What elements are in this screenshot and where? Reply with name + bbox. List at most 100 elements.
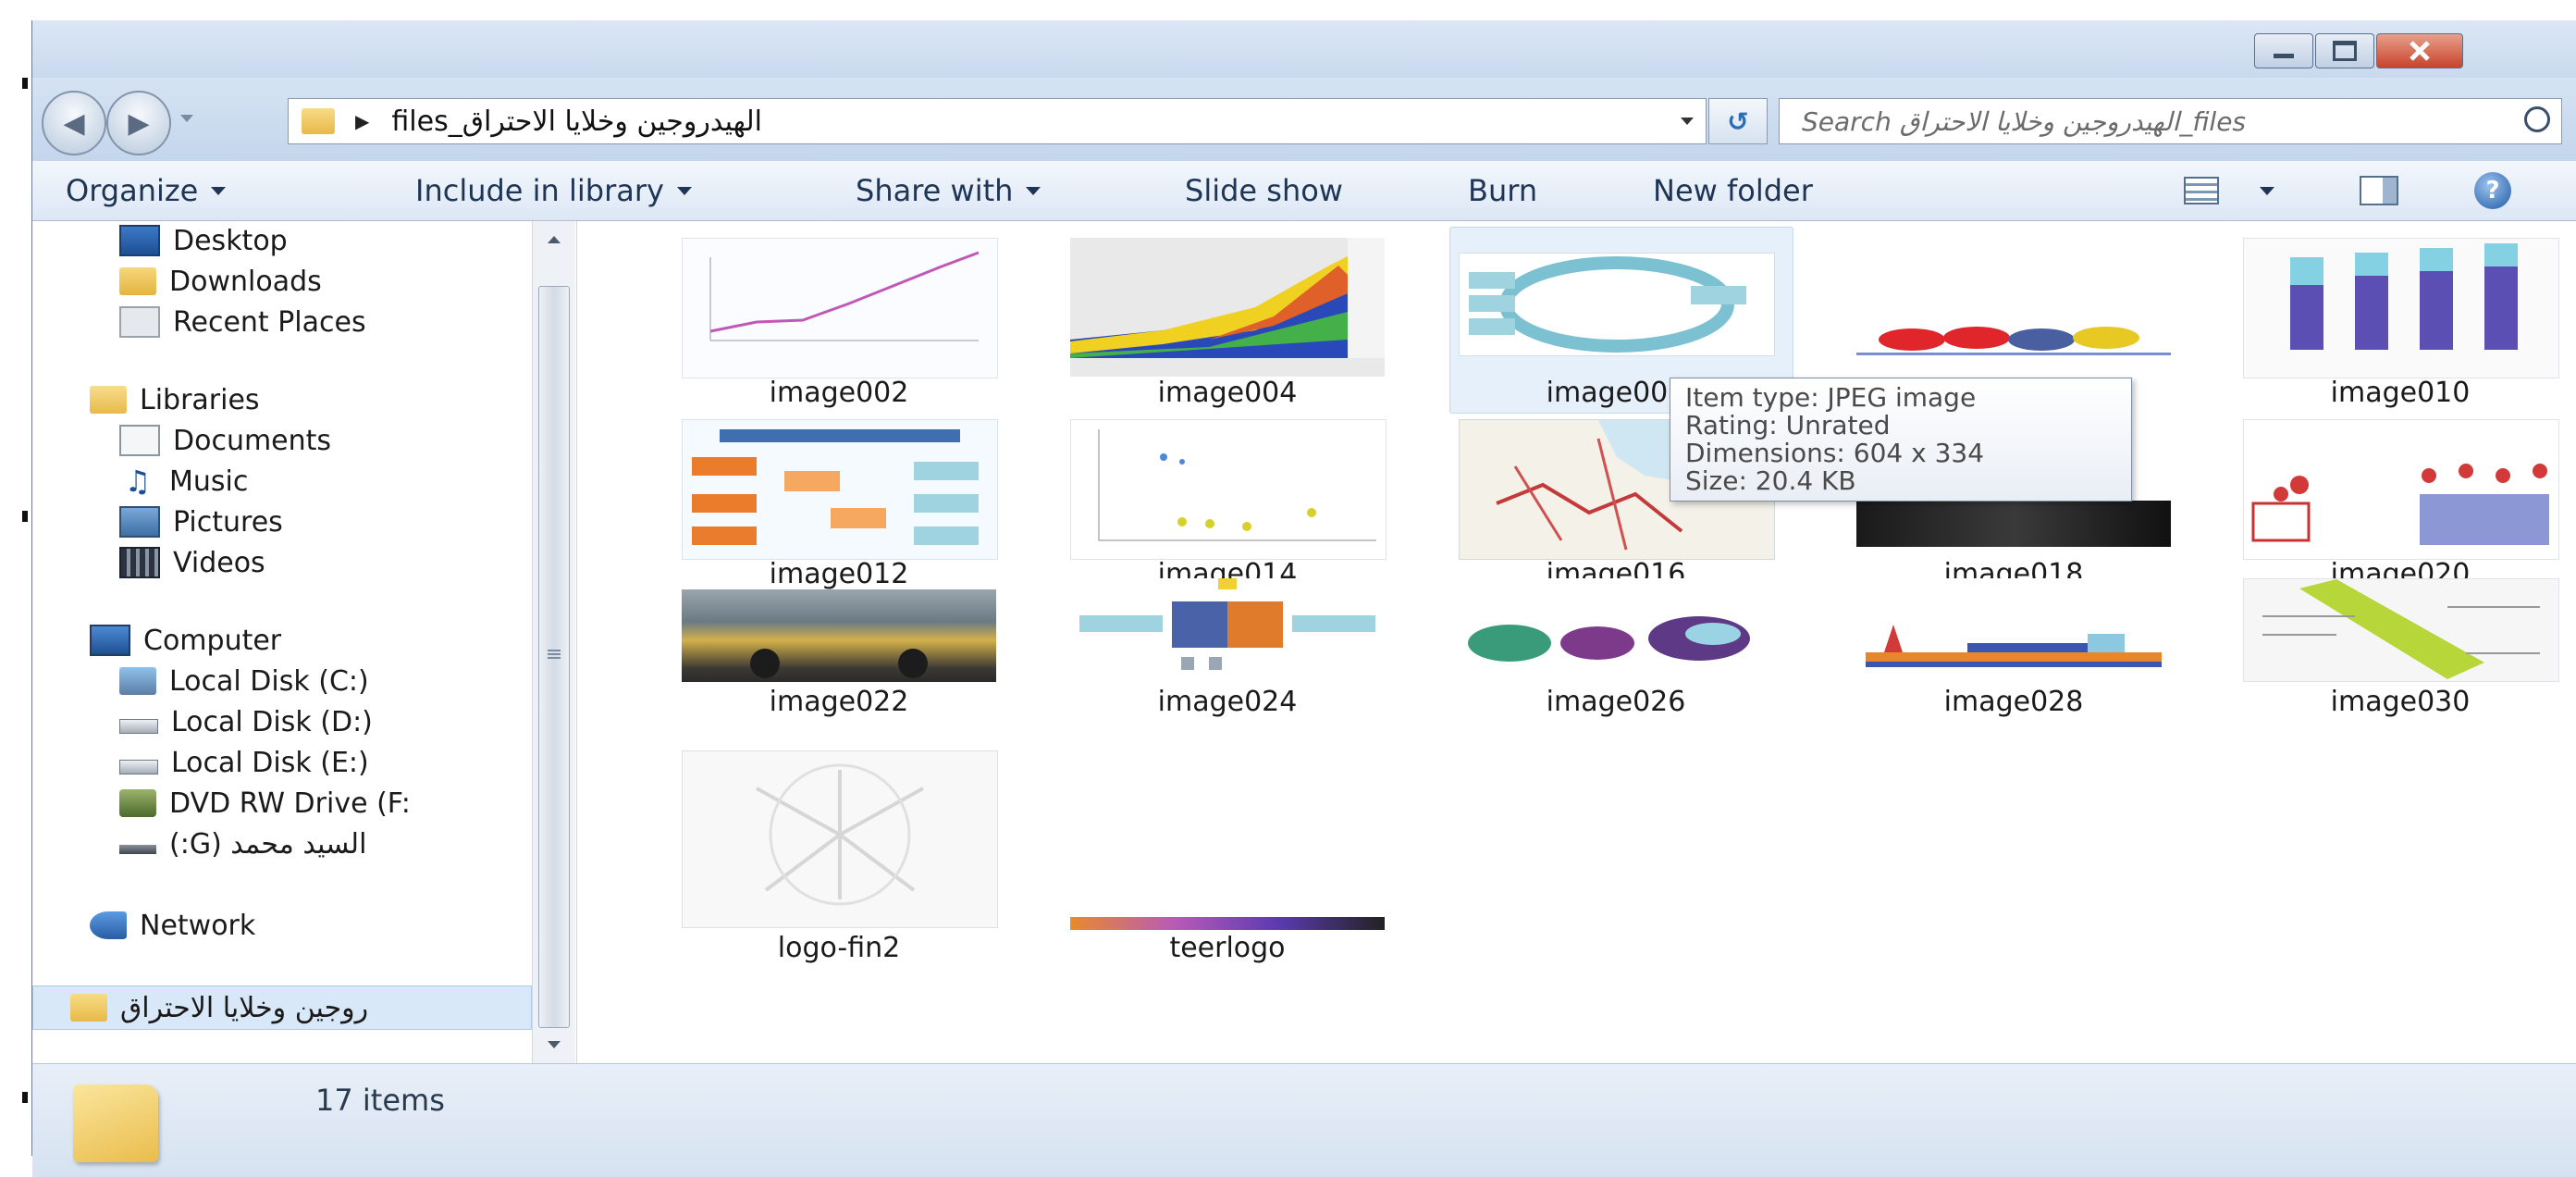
refresh-button[interactable]: ↺ [1708,98,1768,144]
folder-icon [302,108,335,134]
videos-icon [119,547,160,578]
forward-button[interactable]: ▶ [106,91,171,155]
chevron-down-icon [211,186,227,195]
nav-computer[interactable]: Computer [90,621,281,660]
nav-selected-folder[interactable]: روجين وخلايا الاحتراق [32,985,532,1030]
include-in-library-menu[interactable]: Include in library [415,168,692,213]
network-icon [90,911,127,939]
share-with-label: Share with [856,173,1014,208]
nav-pictures[interactable]: Pictures [119,502,283,541]
nav-dvd-drive[interactable]: DVD RW Drive (F: [119,784,411,823]
file-item[interactable]: logo-fin2 [682,750,998,973]
back-arrow-icon: ◀ [63,106,85,140]
file-item[interactable]: teerlogo [1070,750,1385,973]
nav-drive-g[interactable]: السيد محمد (G:) [119,824,366,863]
chevron-down-icon [1026,186,1041,195]
file-item[interactable]: image022 [682,578,996,754]
teer-logo-watermark-graphic [756,763,924,906]
computer-icon [90,625,130,656]
search-input[interactable]: Search الهيدروجين وخلايا الاحتراق_files [1802,106,2246,137]
thumbnail-membrane-diagram [2243,578,2559,682]
file-item[interactable]: image030 [2243,578,2559,754]
thumbnail-bar-chart [2243,238,2559,378]
frame-mark [22,1092,28,1103]
scroll-thumb[interactable] [538,286,570,1028]
music-icon: ♫ [124,464,152,499]
search-box[interactable]: Search الهيدروجين وخلايا الاحتراق_files [1779,98,2562,144]
file-item[interactable]: image014 [1070,419,1387,595]
libraries-icon [90,386,127,414]
nav-documents[interactable]: Documents [119,421,331,460]
dark-photo-graphic [1856,501,2171,547]
maximize-button[interactable] [2315,33,2374,68]
scroll-up-button[interactable] [533,221,575,258]
back-button[interactable]: ◀ [42,91,106,155]
nav-documents-label: Documents [173,424,332,457]
nav-local-disk-c[interactable]: Local Disk (C:) [119,662,369,700]
disk-icon [119,719,158,734]
folder-icon [73,1084,158,1162]
desktop-icon [119,225,160,256]
search-icon [2524,106,2550,132]
system-disk-icon [119,667,156,695]
file-item[interactable]: image026 [1459,578,1773,754]
organize-menu[interactable]: Organize [66,168,227,213]
nav-videos[interactable]: Videos [119,543,265,582]
file-item[interactable]: image010 [2243,238,2559,414]
thumbnail-car-photo [682,589,996,682]
file-info-tooltip: Item type: JPEG image Rating: Unrated Di… [1670,378,2132,502]
burn-button[interactable]: Burn [1468,168,1537,213]
file-name: logo-fin2 [777,932,901,964]
close-button[interactable] [2376,33,2463,68]
frame-edge [0,0,31,1156]
dvd-drive-icon [119,789,156,817]
downloads-icon [119,267,156,295]
scroll-down-button[interactable] [533,1026,575,1063]
pie-charts-thumbnail-graphic [1856,327,2171,355]
cycle-diagram-thumbnail-graphic [1469,256,1746,353]
nav-local-disk-e-label: Local Disk (E:) [171,746,369,779]
nav-desktop[interactable]: Desktop [119,221,288,260]
pie-charts-2-thumbnail-graphic [1468,616,1750,662]
nav-recent-places[interactable]: Recent Places [119,303,366,341]
breadcrumb-separator-icon: ▶ [355,110,370,132]
address-history-dropdown[interactable] [1669,99,1706,143]
thumbnail-scatter-plot [1070,419,1387,560]
folder-icon [70,994,107,1022]
file-item[interactable]: image002 [682,238,998,414]
burn-label: Burn [1468,173,1538,208]
chevron-down-icon [548,1041,561,1048]
minimize-button[interactable] [2254,33,2313,68]
nav-libraries[interactable]: Libraries [90,380,260,419]
frame-mark [22,511,28,522]
recent-pages-dropdown[interactable] [180,115,193,122]
share-with-menu[interactable]: Share with [856,168,1041,213]
thumbnail-teer-logo [682,750,998,928]
nav-network[interactable]: Network [90,906,255,945]
help-icon: ? [2474,172,2511,209]
new-folder-button[interactable]: New folder [1653,168,1813,213]
change-view-button[interactable] [2184,168,2219,213]
file-item[interactable]: image028 [1856,578,2171,754]
file-item[interactable]: image020 [2243,419,2559,595]
slide-show-button[interactable]: Slide show [1185,168,1343,213]
help-button[interactable]: ? [2474,168,2511,213]
breadcrumb-folder[interactable]: الهيدروجين وخلايا الاحتراق_files [391,105,762,138]
preview-pane-button[interactable] [2360,168,2398,213]
nav-local-disk-d[interactable]: Local Disk (D:) [119,702,373,741]
address-bar[interactable]: ▶ الهيدروجين وخلايا الاحتراق_files [288,98,1707,144]
nav-music[interactable]: ♫ Music [119,462,249,501]
file-item[interactable]: image012 [682,419,998,595]
file-item[interactable]: image004 [1070,238,1385,414]
recent-places-icon [119,306,160,338]
navigation-scrollbar[interactable] [532,221,575,1063]
view-options-dropdown[interactable] [2260,168,2274,213]
nav-downloads[interactable]: Downloads [119,262,322,301]
frame-mark [22,78,28,89]
file-item[interactable]: image024 [1070,578,1385,754]
nav-dvd-drive-label: DVD RW Drive (F: [169,787,411,820]
file-name: image026 [1546,686,1686,718]
forward-arrow-icon: ▶ [128,106,150,140]
bar-chart-thumbnail-graphic [2290,243,2518,350]
nav-local-disk-e[interactable]: Local Disk (E:) [119,743,369,782]
